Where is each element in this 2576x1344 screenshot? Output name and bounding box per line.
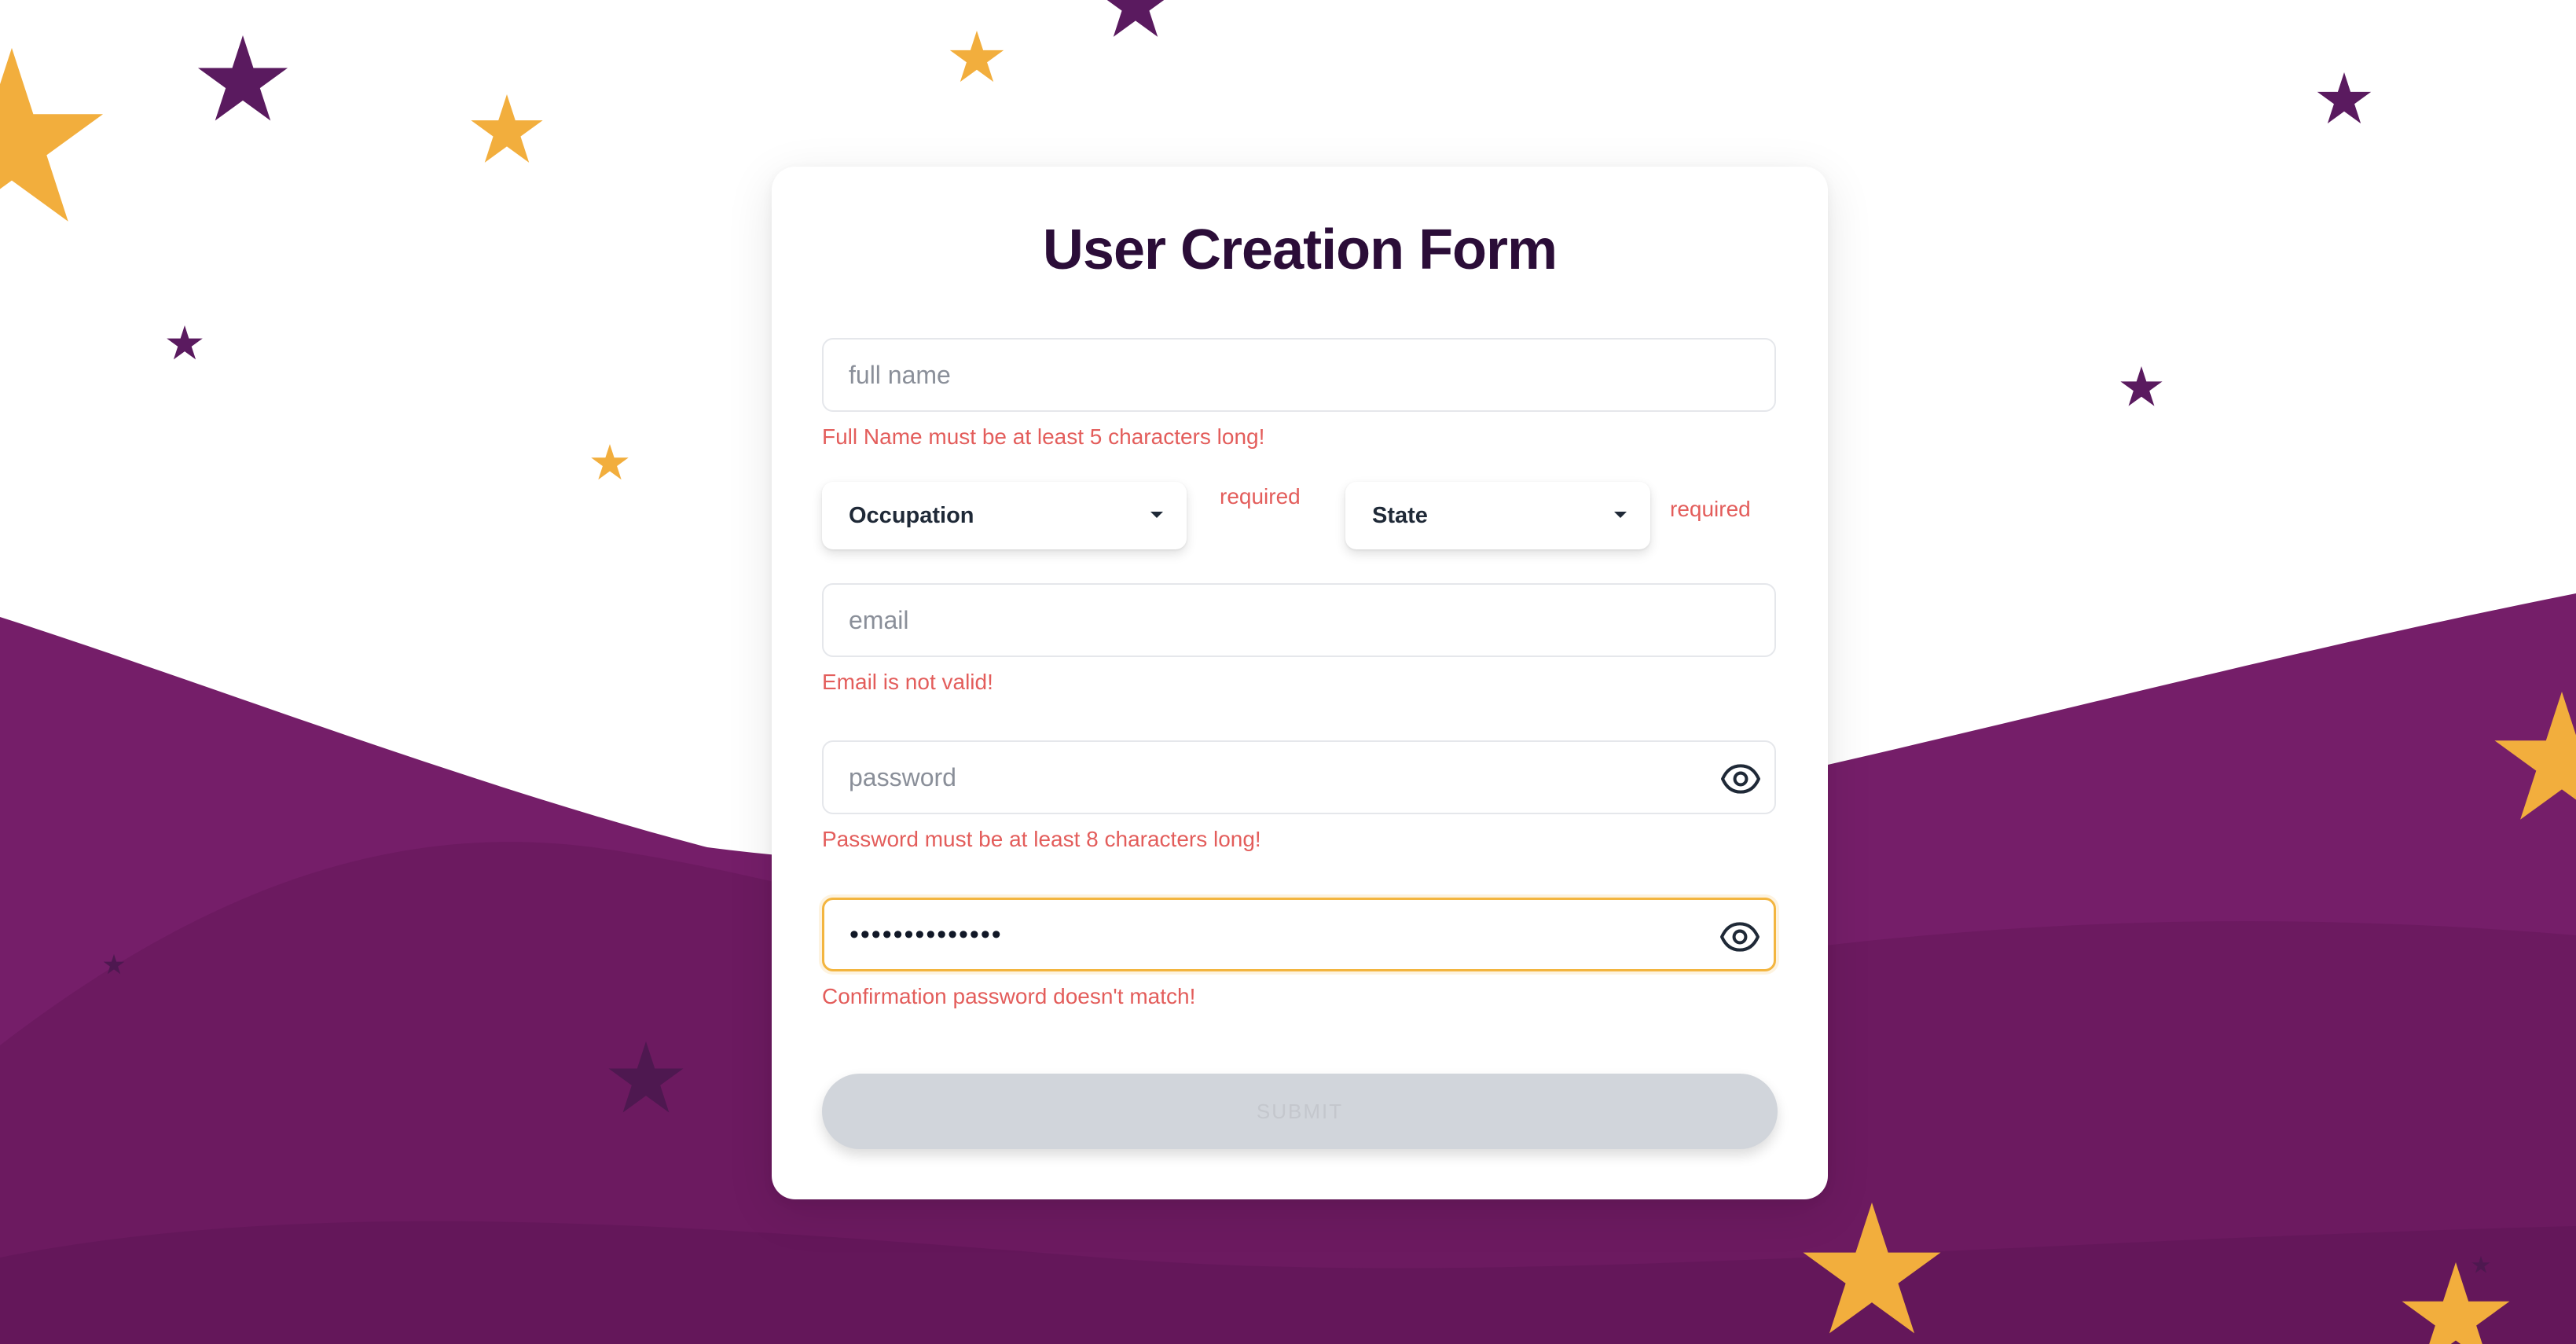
occupation-select[interactable]: Occupation xyxy=(822,482,1187,549)
chevron-down-icon xyxy=(1150,512,1163,518)
star-icon xyxy=(2317,72,2372,124)
star-icon xyxy=(591,444,629,480)
state-select[interactable]: State xyxy=(1345,482,1650,549)
occupation-required-error: required xyxy=(1220,484,1301,509)
star-icon xyxy=(197,35,288,121)
confirm-password-field[interactable] xyxy=(822,898,1776,971)
password-input[interactable] xyxy=(824,742,1774,813)
confirm-password-input[interactable] xyxy=(824,900,1774,969)
eye-icon[interactable] xyxy=(1719,916,1761,958)
password-field[interactable] xyxy=(822,740,1776,814)
full-name-field[interactable] xyxy=(822,338,1776,412)
full-name-error: Full Name must be at least 5 characters … xyxy=(822,424,1265,449)
email-input[interactable] xyxy=(824,585,1774,655)
star-icon xyxy=(471,94,543,163)
form-title: User Creation Form xyxy=(1042,218,1558,281)
submit-button[interactable]: SUBMIT xyxy=(822,1074,1778,1149)
user-creation-form-card: User Creation Form Full Name must be at … xyxy=(772,167,1828,1199)
chevron-down-icon xyxy=(1614,512,1627,518)
full-name-input[interactable] xyxy=(824,340,1774,410)
star-icon xyxy=(1099,0,1172,37)
state-select-label: State xyxy=(1372,503,1428,528)
confirm-password-error: Confirmation password doesn't match! xyxy=(822,984,1196,1008)
star-icon xyxy=(0,48,104,222)
star-icon xyxy=(167,325,203,360)
star-icon xyxy=(2120,366,2163,406)
password-error: Password must be at least 8 characters l… xyxy=(822,827,1261,851)
email-error: Email is not valid! xyxy=(822,670,993,694)
star-icon xyxy=(949,31,1004,83)
occupation-select-label: Occupation xyxy=(849,503,974,528)
email-field[interactable] xyxy=(822,583,1776,657)
eye-icon[interactable] xyxy=(1719,758,1762,800)
state-required-error: required xyxy=(1670,497,1751,521)
